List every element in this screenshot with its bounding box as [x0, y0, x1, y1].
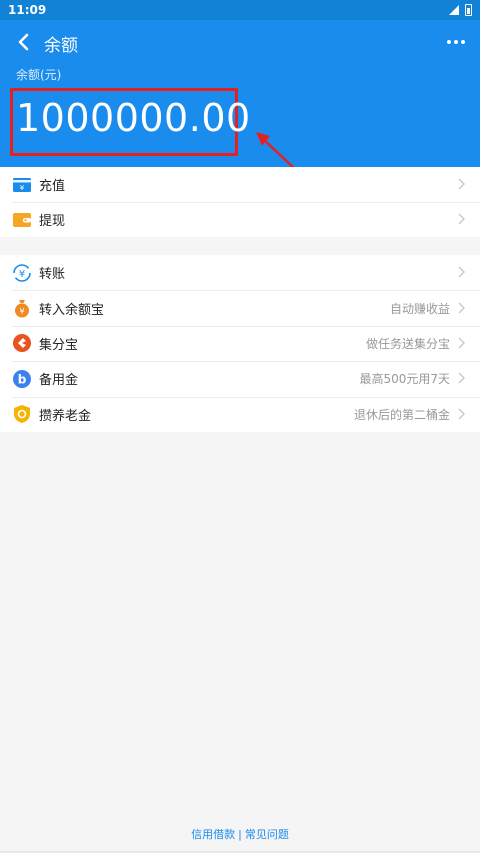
row-recharge[interactable]: ¥ 充值	[0, 167, 480, 202]
row-label: 转账	[39, 267, 66, 283]
reserve-fund-icon: b	[13, 369, 31, 388]
svg-text:b: b	[18, 372, 27, 386]
balance-amount: 1000000.00	[16, 96, 251, 140]
status-time: 11:09	[8, 3, 47, 17]
chevron-right-icon	[458, 372, 465, 384]
wallet-icon	[13, 212, 31, 227]
chevron-right-icon	[458, 266, 465, 278]
row-label: 提现	[39, 214, 66, 229]
faq-link[interactable]: 常见问题	[245, 828, 289, 841]
services-group: ¥ 转账 ¥ 转入余额宝 自动赚收益 集分宝 做任务送集分宝 b 备用金 最高5…	[0, 255, 480, 432]
page-title: 余额	[44, 36, 78, 56]
pension-icon	[14, 405, 30, 424]
row-subtitle: 做任务送集分宝	[365, 336, 450, 351]
svg-text:¥: ¥	[20, 184, 25, 192]
chevron-right-icon	[458, 408, 465, 420]
row-yuebao[interactable]: ¥ 转入余额宝 自动赚收益	[0, 290, 480, 325]
row-label: 攒养老金	[39, 408, 92, 424]
row-transfer[interactable]: ¥ 转账	[0, 255, 480, 290]
chevron-right-icon	[458, 302, 465, 314]
footer-links: 信用借款 | 常见问题	[0, 826, 480, 842]
row-subtitle: 最高500元用7天	[359, 372, 450, 387]
balance-label: 余额(元)	[16, 68, 62, 82]
money-bag-icon: ¥	[15, 300, 29, 318]
row-label: 集分宝	[39, 337, 79, 353]
row-pension[interactable]: 攒养老金 退休后的第二桶金	[0, 396, 480, 432]
more-options-icon[interactable]	[444, 30, 468, 54]
row-reserve-fund[interactable]: b 备用金 最高500元用7天	[0, 361, 480, 396]
svg-text:¥: ¥	[19, 269, 25, 280]
row-label: 充值	[39, 179, 66, 194]
fund-actions-group: ¥ 充值 提现	[0, 167, 480, 237]
footer-separator: |	[238, 828, 242, 841]
row-withdraw[interactable]: 提现	[0, 202, 480, 237]
battery-icon	[465, 4, 472, 16]
status-bar: 11:09	[0, 0, 480, 20]
nav-bar: 余额	[0, 20, 480, 64]
chevron-right-icon	[458, 178, 465, 190]
signal-icon	[449, 5, 459, 15]
svg-text:¥: ¥	[19, 307, 24, 316]
balance-header: 余额 余额(元) 1000000.00	[0, 20, 480, 167]
row-subtitle: 自动赚收益	[389, 301, 450, 316]
credit-loan-link[interactable]: 信用借款	[191, 828, 235, 841]
recharge-icon: ¥	[13, 177, 31, 192]
row-jifenbao[interactable]: 集分宝 做任务送集分宝	[0, 325, 480, 361]
jifenbao-icon	[13, 334, 31, 353]
chevron-right-icon	[458, 337, 465, 349]
transfer-icon: ¥	[13, 263, 31, 282]
back-arrow-icon[interactable]	[12, 30, 36, 54]
row-label: 转入余额宝	[39, 302, 105, 318]
row-label: 备用金	[39, 373, 79, 389]
chevron-right-icon	[458, 213, 465, 225]
row-subtitle: 退休后的第二桶金	[353, 407, 450, 422]
